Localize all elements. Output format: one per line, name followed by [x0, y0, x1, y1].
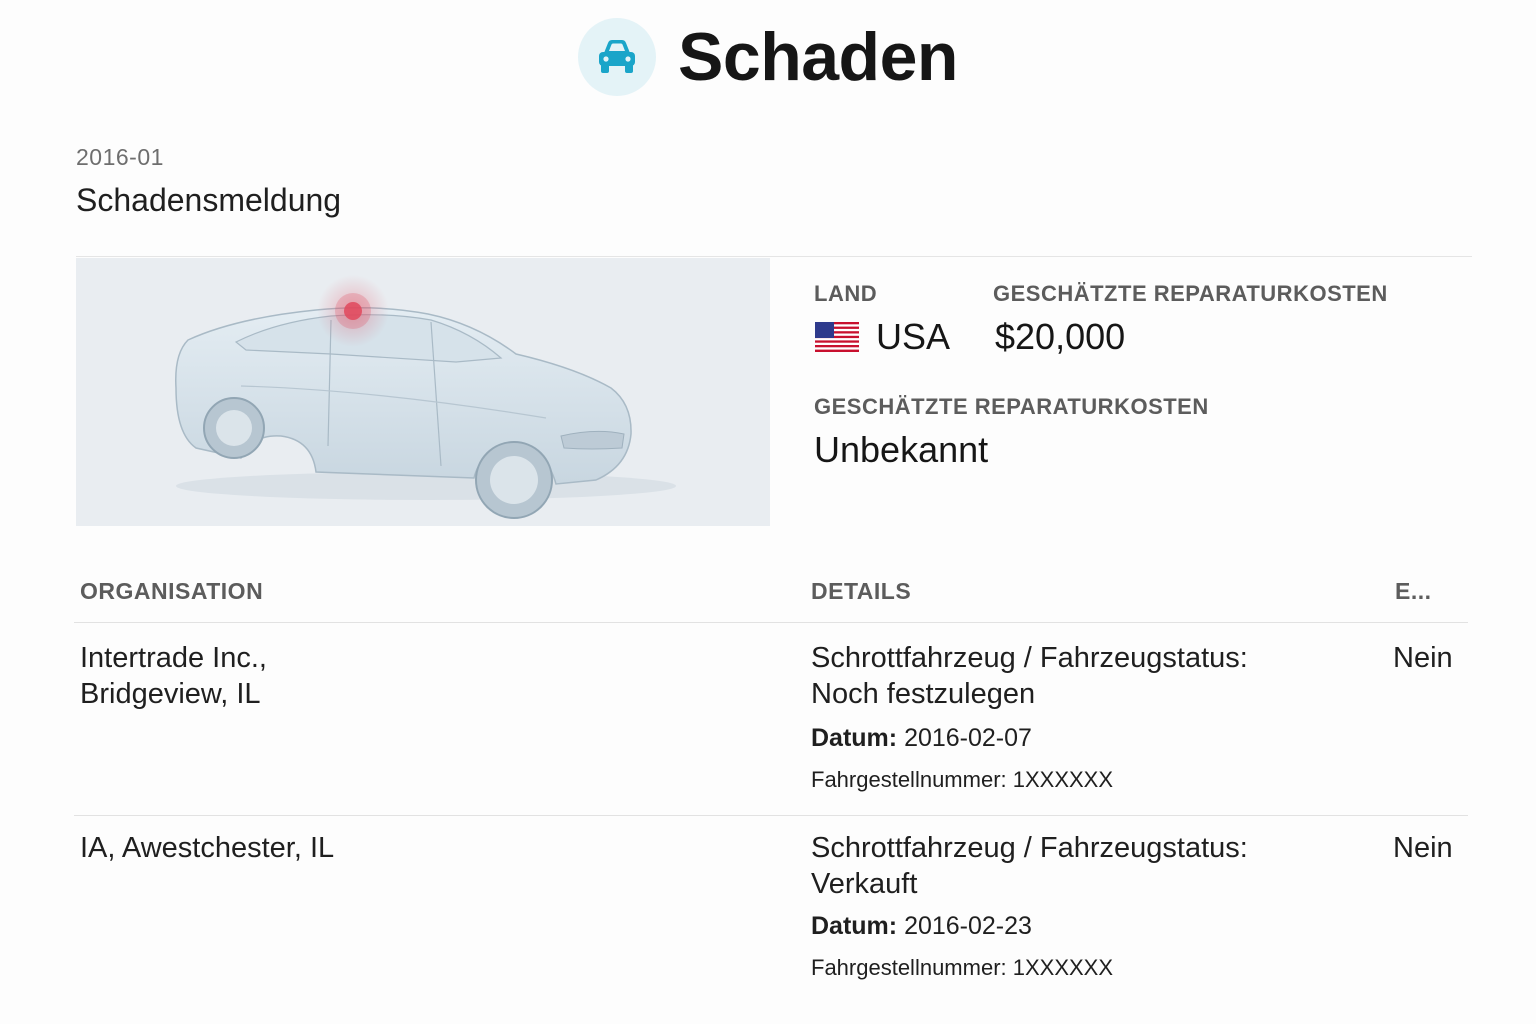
status-line: Schrottfahrzeug / Fahrzeugstatus:	[811, 832, 1248, 864]
date-label: Datum:	[811, 912, 898, 940]
repair-cost-label: GESCHÄTZTE REPARATURKOSTEN	[993, 281, 1388, 306]
divider	[76, 256, 1472, 257]
country-label: LAND	[814, 281, 878, 306]
status-line: Schrottfahrzeug / Fahrzeugstatus:	[811, 642, 1248, 674]
e-value: Nein	[1393, 832, 1453, 864]
date-value: 2016-02-07	[904, 724, 1032, 752]
date-label: Datum:	[811, 724, 898, 752]
status-cell: Schrottfahrzeug / Fahrzeugstatus: Noch f…	[811, 640, 1351, 712]
status-value: Verkauft	[811, 868, 918, 900]
status-cell: Schrottfahrzeug / Fahrzeugstatus: Verkau…	[811, 830, 1351, 902]
organisation-cell: Intertrade Inc., Bridgeview, IL	[80, 640, 680, 712]
vin: Fahrgestellnummer: 1XXXXXX	[811, 767, 1114, 792]
header-divider	[74, 622, 1468, 623]
organisation-name: IA, Awestchester, IL	[80, 832, 335, 864]
page-title: Schaden	[678, 19, 958, 95]
date-line: Datum: 2016-02-07	[811, 724, 1032, 753]
status-value: Noch festzulegen	[811, 678, 1036, 710]
e-value: Nein	[1393, 642, 1453, 674]
record-title: Schadensmeldung	[76, 182, 342, 218]
vin: Fahrgestellnummer: 1XXXXXX	[811, 955, 1114, 980]
page-header: Schaden	[0, 12, 1536, 102]
column-header-e: E...	[1395, 578, 1432, 604]
row-divider	[74, 815, 1468, 816]
repair-cost-value-2: Unbekannt	[814, 429, 989, 470]
car-icon	[578, 18, 657, 96]
country-value: USA	[876, 316, 951, 357]
organisation-location: Bridgeview, IL	[80, 678, 261, 710]
car-damage-illustration	[76, 258, 770, 526]
date-line: Datum: 2016-02-23	[811, 912, 1032, 941]
repair-cost-label-2: GESCHÄTZTE REPARATURKOSTEN	[814, 394, 1209, 419]
us-flag-icon	[815, 322, 859, 352]
column-header-details: DETAILS	[811, 578, 912, 604]
record-date: 2016-01	[76, 144, 164, 170]
date-value: 2016-02-23	[904, 912, 1032, 940]
repair-cost-value: $20,000	[995, 316, 1126, 357]
organisation-cell: IA, Awestchester, IL	[80, 830, 680, 866]
organisation-name: Intertrade Inc.,	[80, 642, 267, 674]
column-header-organisation: ORGANISATION	[80, 578, 264, 604]
